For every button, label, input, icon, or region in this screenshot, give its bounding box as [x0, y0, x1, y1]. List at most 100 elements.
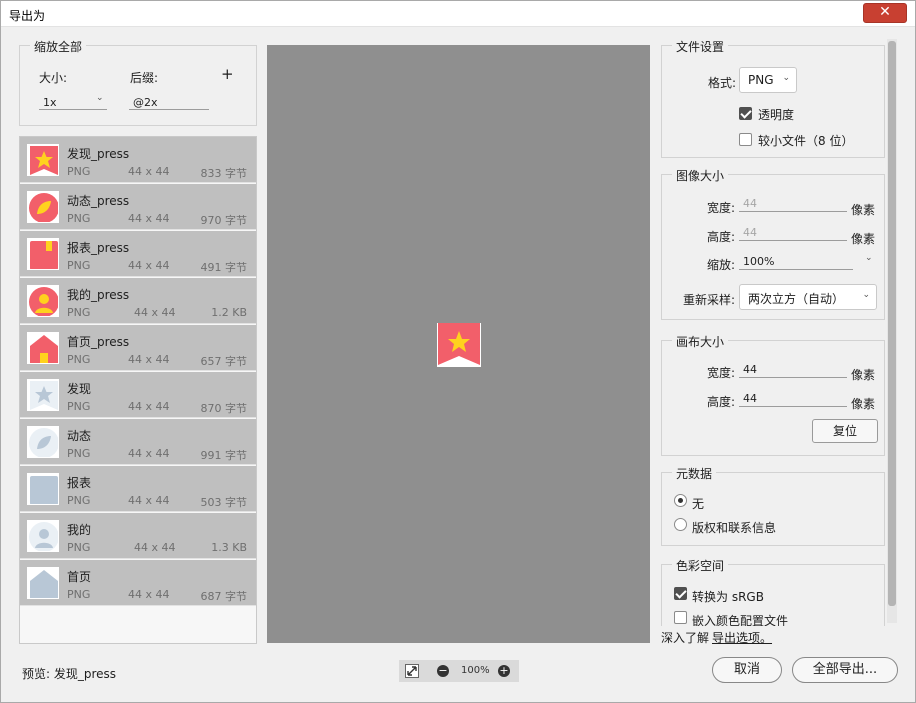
asset-dimensions: 44 x 44: [128, 165, 170, 178]
learn-more-text: 深入了解: [661, 631, 710, 645]
asset-dimensions: 44 x 44: [128, 212, 170, 225]
user-icon: [27, 520, 59, 552]
metadata-none-radio[interactable]: [674, 494, 687, 507]
asset-dimensions: 44 x 44: [128, 447, 170, 460]
add-scale-button[interactable]: +: [221, 65, 234, 83]
file-settings-label: 文件设置: [672, 38, 729, 55]
canvas-width-unit: 像素: [851, 368, 876, 382]
asset-name: 首页_press: [67, 335, 130, 349]
canvas-size-label: 画布大小: [672, 333, 729, 350]
size-select-underline: [39, 109, 107, 110]
image-height-unit: 像素: [851, 232, 876, 246]
embed-profile-checkbox[interactable]: [674, 611, 687, 624]
asset-file-size: 687 字节: [200, 590, 248, 603]
asset-file-size: 491 字节: [200, 261, 248, 274]
asset-row[interactable]: 我的 PNG 44 x 44 1.3 KB: [20, 513, 256, 559]
asset-name: 报表: [67, 476, 92, 490]
canvas-height-label: 高度:: [707, 395, 736, 409]
asset-row[interactable]: 首页_press PNG 44 x 44 657 字节: [20, 325, 256, 371]
scale-all-label: 缩放全部: [30, 38, 87, 55]
asset-row[interactable]: 动态 PNG 44 x 44 991 字节: [20, 419, 256, 465]
asset-row[interactable]: 动态_press PNG 44 x 44 970 字节: [20, 184, 256, 230]
book-icon: [27, 238, 59, 270]
image-width-label: 宽度:: [707, 201, 736, 215]
canvas-height-input[interactable]: 44: [743, 392, 757, 405]
asset-dimensions: 44 x 44: [128, 494, 170, 507]
metadata-copyright-radio[interactable]: [674, 518, 687, 531]
export-all-button[interactable]: 全部导出...: [792, 657, 898, 683]
book-icon: [27, 473, 59, 505]
close-button[interactable]: ✕: [863, 3, 907, 23]
asset-list[interactable]: 发现_press PNG 44 x 44 833 字节 动态_press PNG…: [19, 136, 257, 644]
asset-format: PNG: [67, 494, 91, 507]
resample-value: 两次立方（自动）: [748, 292, 845, 306]
zoom-out-icon[interactable]: −: [437, 665, 449, 677]
asset-format: PNG: [67, 212, 91, 225]
image-height-label: 高度:: [707, 230, 736, 244]
scale-label: 缩放:: [707, 258, 736, 272]
canvas-height-unit: 像素: [851, 397, 876, 411]
metadata-copyright-label: 版权和联系信息: [692, 521, 777, 535]
leaf-icon: [27, 191, 59, 223]
resample-select[interactable]: 两次立方（自动） ⌄: [739, 284, 877, 310]
asset-file-size: 657 字节: [200, 355, 248, 368]
asset-file-size: 1.3 KB: [211, 541, 247, 554]
asset-file-size: 1.2 KB: [211, 306, 247, 319]
reset-button[interactable]: 复位: [812, 419, 878, 443]
asset-row[interactable]: 我的_press PNG 44 x 44 1.2 KB: [20, 278, 256, 324]
title-bar: 导出为 ✕: [1, 1, 915, 27]
asset-row[interactable]: 报表_press PNG 44 x 44 491 字节: [20, 231, 256, 277]
canvas-width-input[interactable]: 44: [743, 363, 757, 376]
size-select[interactable]: 1x: [43, 96, 57, 109]
bookmark-star-icon: [438, 323, 480, 365]
fit-to-screen-icon[interactable]: [405, 664, 419, 678]
format-select[interactable]: PNG ⌄: [739, 67, 797, 93]
asset-dimensions: 44 x 44: [134, 541, 176, 554]
zoom-in-icon[interactable]: +: [498, 665, 510, 677]
format-label: 格式:: [708, 76, 737, 90]
resample-label: 重新采样:: [683, 293, 736, 307]
suffix-input[interactable]: @2x: [133, 96, 158, 109]
asset-dimensions: 44 x 44: [128, 400, 170, 413]
scale-select[interactable]: 100%: [743, 255, 774, 268]
asset-row[interactable]: 发现_press PNG 44 x 44 833 字节: [20, 137, 256, 183]
settings-scrollbar-thumb[interactable]: [888, 41, 896, 606]
canvas-width-underline: [739, 377, 847, 378]
asset-dimensions: 44 x 44: [128, 588, 170, 601]
asset-row[interactable]: 发现 PNG 44 x 44 870 字节: [20, 372, 256, 418]
asset-format: PNG: [67, 447, 91, 460]
asset-file-size: 833 字节: [200, 167, 248, 180]
transparency-label: 透明度: [758, 108, 795, 122]
chevron-down-icon: ⌄: [865, 253, 873, 263]
chevron-down-icon: ⌄: [96, 93, 104, 103]
settings-scrollbar[interactable]: [887, 39, 897, 623]
zoom-level: 100%: [461, 665, 490, 676]
image-height-underline: [739, 240, 847, 241]
smaller-file-checkbox[interactable]: [739, 133, 752, 146]
cancel-button[interactable]: 取消: [712, 657, 782, 683]
image-height-input[interactable]: 44: [743, 226, 757, 239]
transparency-checkbox[interactable]: [739, 107, 752, 120]
asset-name: 发现_press: [67, 147, 130, 161]
asset-name: 首页: [67, 570, 92, 584]
chevron-down-icon: ⌄: [862, 290, 870, 300]
asset-name: 发现: [67, 382, 92, 396]
asset-name: 动态: [67, 429, 92, 443]
export-options-link[interactable]: 导出选项。: [712, 629, 772, 646]
image-width-input[interactable]: 44: [743, 197, 757, 210]
embed-profile-label: 嵌入颜色配置文件: [692, 614, 789, 628]
suffix-input-underline: [129, 109, 209, 110]
preview-canvas[interactable]: [267, 45, 650, 643]
color-space-label: 色彩空间: [672, 557, 729, 574]
asset-row[interactable]: 首页 PNG 44 x 44 687 字节: [20, 560, 256, 606]
leaf-icon: [27, 426, 59, 458]
asset-name: 我的: [67, 523, 92, 537]
metadata-label: 元数据: [672, 465, 717, 482]
convert-srgb-checkbox[interactable]: [674, 587, 687, 600]
format-value: PNG: [748, 73, 774, 87]
asset-format: PNG: [67, 165, 91, 178]
chevron-down-icon: ⌄: [782, 73, 790, 83]
image-width-underline: [739, 211, 847, 212]
asset-format: PNG: [67, 588, 91, 601]
asset-row[interactable]: 报表 PNG 44 x 44 503 字节: [20, 466, 256, 512]
